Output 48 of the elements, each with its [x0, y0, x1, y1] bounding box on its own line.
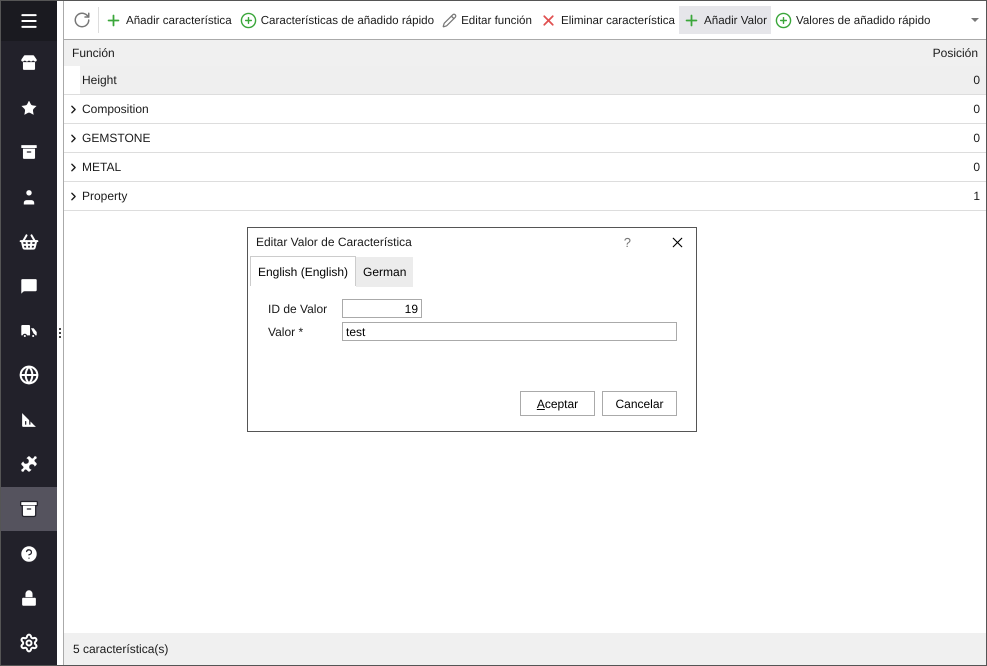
table-cell-text: Property	[82, 189, 128, 203]
column-header[interactable]: Posición	[932, 46, 978, 60]
archive-icon	[19, 499, 39, 520]
menu-button[interactable]	[1, 1, 57, 41]
tab[interactable]: English (English)	[250, 256, 356, 286]
refresh-icon	[73, 11, 91, 29]
table-cell: 0	[973, 131, 980, 145]
field-label: ID de Valor	[268, 302, 328, 316]
lock-icon	[19, 588, 39, 608]
help-icon	[19, 544, 39, 564]
help-button[interactable]: ?	[624, 234, 631, 250]
table-cell: 0	[973, 160, 980, 174]
input-field[interactable]: test	[342, 322, 677, 341]
field-label: Valor *	[268, 324, 304, 338]
puzzle-icon	[19, 454, 39, 474]
store-icon	[19, 53, 39, 74]
status-text: 5 característica(s)	[73, 642, 168, 656]
table-cell: 0	[973, 102, 980, 116]
toolbar-button[interactable]: Eliminar característica	[536, 6, 680, 34]
table-cell-text: GEMSTONE	[82, 131, 152, 145]
plus-circle-icon	[774, 12, 792, 28]
basket-icon	[19, 232, 39, 252]
plus-circle-icon	[240, 12, 257, 28]
dialog-button[interactable]: Cancelar	[602, 391, 677, 416]
dialog-button[interactable]: Aceptar	[520, 391, 595, 416]
settings-icon	[19, 632, 39, 653]
splitter-handle[interactable]	[59, 328, 61, 338]
sidebar-item[interactable]	[1, 486, 57, 532]
input-field[interactable]: 19	[342, 299, 422, 318]
dialog-title: Editar Valor de Característica	[256, 235, 413, 249]
message-icon	[19, 276, 39, 296]
column-header[interactable]: Función	[72, 46, 115, 60]
table-cell: 0	[973, 73, 980, 87]
table-cell-text: Composition	[82, 102, 150, 116]
pencil-icon	[442, 12, 458, 28]
table-cell: 1	[973, 189, 980, 203]
table-cell-text: METAL	[82, 160, 122, 174]
globe-icon	[19, 365, 39, 386]
tab[interactable]: German	[356, 257, 414, 287]
toolbar-button[interactable]: Añadir Valor	[679, 6, 771, 34]
table-row[interactable]: Height 0	[64, 66, 986, 95]
plus-icon	[105, 12, 122, 28]
toolbar-button[interactable]: Añadir característica	[101, 6, 236, 34]
table-cell-text: Height	[82, 73, 118, 87]
toolbar-button[interactable]: Editar función	[438, 6, 536, 34]
toolbar-button[interactable]: Valores de añadido rápido	[770, 6, 934, 34]
plus-icon	[683, 12, 700, 28]
toolbar-button[interactable]: Características de añadido rápido	[236, 6, 438, 34]
